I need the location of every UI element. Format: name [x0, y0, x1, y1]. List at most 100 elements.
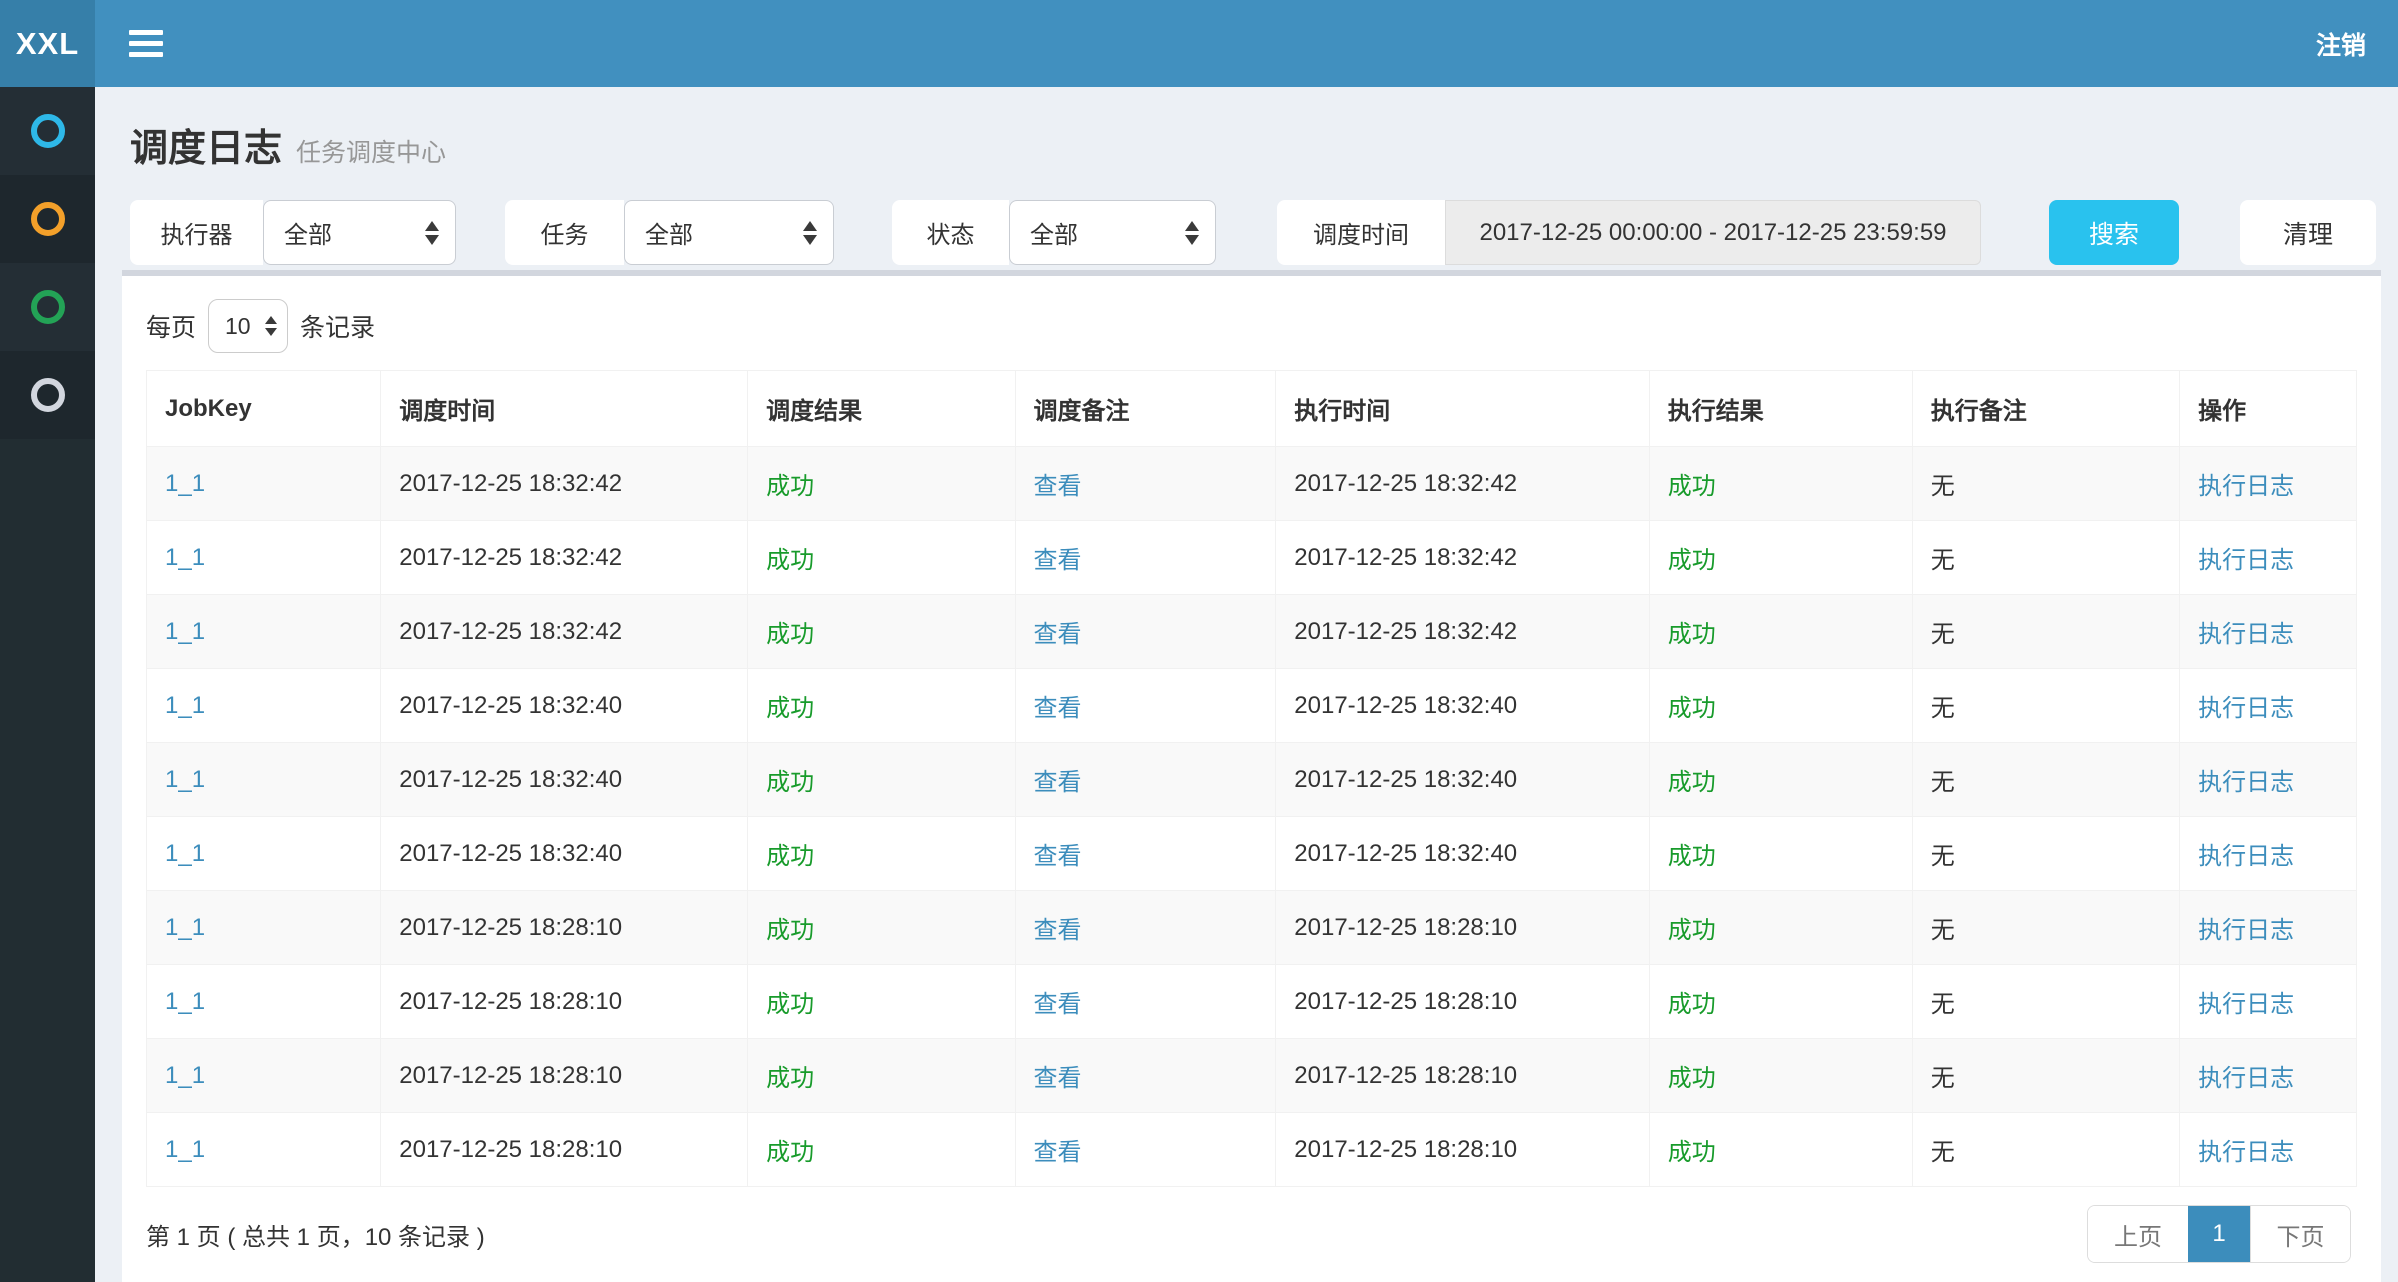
trigger-msg-link[interactable]: 查看 — [1015, 595, 1276, 669]
search-button[interactable]: 搜索 — [2049, 200, 2179, 265]
pagination-info: 第 1 页 ( 总共 1 页，10 条记录 ) — [146, 1217, 485, 1252]
current-page-button[interactable]: 1 — [2188, 1206, 2250, 1262]
page-subtitle: 任务调度中心 — [296, 133, 446, 169]
trigger-result-cell: 成功 — [748, 521, 1015, 595]
trigger-msg-link[interactable]: 查看 — [1015, 891, 1276, 965]
trigger-time-filter-label: 调度时间 — [1277, 200, 1445, 265]
handle-result-cell: 成功 — [1649, 1113, 1912, 1187]
status-filter-select[interactable]: 全部 — [1009, 200, 1216, 265]
trigger-result-cell: 成功 — [748, 1113, 1015, 1187]
jobkey-link[interactable]: 1_1 — [147, 743, 381, 817]
hamburger-icon — [129, 30, 163, 35]
trigger-msg-link[interactable]: 查看 — [1015, 521, 1276, 595]
exec-log-link[interactable]: 执行日志 — [2180, 891, 2357, 965]
status-filter-group: 状态 全部 — [892, 200, 1216, 265]
trigger-msg-link[interactable]: 查看 — [1015, 447, 1276, 521]
jobkey-link[interactable]: 1_1 — [147, 965, 381, 1039]
exec-log-link[interactable]: 执行日志 — [2180, 521, 2357, 595]
handle-result-cell: 成功 — [1649, 743, 1912, 817]
jobkey-link[interactable]: 1_1 — [147, 1113, 381, 1187]
handle-result-cell: 成功 — [1649, 1039, 1912, 1113]
exec-log-link[interactable]: 执行日志 — [2180, 447, 2357, 521]
next-page-button[interactable]: 下页 — [2250, 1206, 2350, 1262]
job-log-ring-icon — [31, 290, 65, 324]
handle-result-cell: 成功 — [1649, 817, 1912, 891]
handle-time-cell: 2017-12-25 18:28:10 — [1276, 965, 1649, 1039]
sidebar-toggle-button[interactable] — [111, 0, 181, 87]
jobkey-link[interactable]: 1_1 — [147, 1039, 381, 1113]
handle-result-cell: 成功 — [1649, 965, 1912, 1039]
exec-log-link[interactable]: 执行日志 — [2180, 595, 2357, 669]
app-logo[interactable]: XXL — [0, 0, 95, 87]
status-filter-label: 状态 — [892, 200, 1009, 265]
column-header: 调度备注 — [1015, 371, 1276, 447]
jobkey-link[interactable]: 1_1 — [147, 669, 381, 743]
sidebar-item-dashboard[interactable] — [0, 87, 95, 175]
trigger-time-cell: 2017-12-25 18:28:10 — [381, 1039, 748, 1113]
trigger-msg-link[interactable]: 查看 — [1015, 1039, 1276, 1113]
trigger-result-cell: 成功 — [748, 595, 1015, 669]
handle-msg-cell: 无 — [1912, 817, 2179, 891]
job-manage-ring-icon — [31, 202, 65, 236]
exec-log-link[interactable]: 执行日志 — [2180, 669, 2357, 743]
exec-log-link[interactable]: 执行日志 — [2180, 1039, 2357, 1113]
handle-msg-cell: 无 — [1912, 595, 2179, 669]
table-row: 1_12017-12-25 18:32:40成功查看2017-12-25 18:… — [147, 817, 2357, 891]
trigger-msg-link[interactable]: 查看 — [1015, 1113, 1276, 1187]
sidebar-item-help[interactable] — [0, 351, 95, 439]
column-header: 执行备注 — [1912, 371, 2179, 447]
job-log-table: JobKey调度时间调度结果调度备注执行时间执行结果执行备注操作 1_12017… — [146, 370, 2357, 1187]
trigger-time-range-input[interactable]: 2017-12-25 00:00:00 - 2017-12-25 23:59:5… — [1445, 200, 1981, 265]
navbar-right: 注销 — [2316, 0, 2398, 87]
clean-button[interactable]: 清理 — [2240, 200, 2376, 265]
handle-msg-cell: 无 — [1912, 669, 2179, 743]
handle-time-cell: 2017-12-25 18:32:40 — [1276, 743, 1649, 817]
jobkey-link[interactable]: 1_1 — [147, 817, 381, 891]
handle-result-cell: 成功 — [1649, 447, 1912, 521]
exec-log-link[interactable]: 执行日志 — [2180, 743, 2357, 817]
exec-log-link[interactable]: 执行日志 — [2180, 817, 2357, 891]
page-size-select[interactable]: 10 — [208, 299, 288, 353]
trigger-msg-link[interactable]: 查看 — [1015, 817, 1276, 891]
jobkey-link[interactable]: 1_1 — [147, 521, 381, 595]
handle-time-cell: 2017-12-25 18:28:10 — [1276, 1113, 1649, 1187]
jobkey-link[interactable]: 1_1 — [147, 595, 381, 669]
handle-msg-cell: 无 — [1912, 965, 2179, 1039]
handle-time-cell: 2017-12-25 18:32:40 — [1276, 817, 1649, 891]
exec-log-link[interactable]: 执行日志 — [2180, 1113, 2357, 1187]
pagination-row: 第 1 页 ( 总共 1 页，10 条记录 ) 上页 1 下页 — [146, 1205, 2357, 1263]
handle-msg-cell: 无 — [1912, 891, 2179, 965]
page-size-prefix: 每页 — [146, 308, 196, 344]
pager: 上页 1 下页 — [2087, 1205, 2351, 1263]
jobkey-link[interactable]: 1_1 — [147, 447, 381, 521]
sidebar-item-job-manage[interactable] — [0, 175, 95, 263]
handle-time-cell: 2017-12-25 18:28:10 — [1276, 1039, 1649, 1113]
sidebar-nav — [0, 87, 95, 1282]
trigger-msg-link[interactable]: 查看 — [1015, 965, 1276, 1039]
trigger-result-cell: 成功 — [748, 447, 1015, 521]
column-header: 执行结果 — [1649, 371, 1912, 447]
handle-time-cell: 2017-12-25 18:32:42 — [1276, 595, 1649, 669]
trigger-msg-link[interactable]: 查看 — [1015, 743, 1276, 817]
page-header: 调度日志 任务调度中心 — [95, 87, 2398, 172]
exec-log-link[interactable]: 执行日志 — [2180, 965, 2357, 1039]
trigger-msg-link[interactable]: 查看 — [1015, 669, 1276, 743]
column-header: 操作 — [2180, 371, 2357, 447]
table-row: 1_12017-12-25 18:32:40成功查看2017-12-25 18:… — [147, 743, 2357, 817]
logout-link[interactable]: 注销 — [2316, 26, 2366, 62]
trigger-time-cell: 2017-12-25 18:28:10 — [381, 891, 748, 965]
job-filter-select[interactable]: 全部 — [624, 200, 834, 265]
handle-msg-cell: 无 — [1912, 1113, 2179, 1187]
executor-filter-select[interactable]: 全部 — [263, 200, 456, 265]
prev-page-button[interactable]: 上页 — [2088, 1206, 2188, 1262]
select-arrows-icon — [265, 316, 277, 336]
column-header: 执行时间 — [1276, 371, 1649, 447]
log-box: 每页 10 条记录 JobKey调度时间调度结果调度备注执行时间执行结果执行备注… — [122, 270, 2381, 1282]
jobkey-link[interactable]: 1_1 — [147, 891, 381, 965]
trigger-result-cell: 成功 — [748, 743, 1015, 817]
sidebar-item-job-log[interactable] — [0, 263, 95, 351]
trigger-time-cell: 2017-12-25 18:32:40 — [381, 669, 748, 743]
table-row: 1_12017-12-25 18:28:10成功查看2017-12-25 18:… — [147, 965, 2357, 1039]
page-title: 调度日志 — [130, 117, 282, 172]
table-row: 1_12017-12-25 18:32:40成功查看2017-12-25 18:… — [147, 669, 2357, 743]
